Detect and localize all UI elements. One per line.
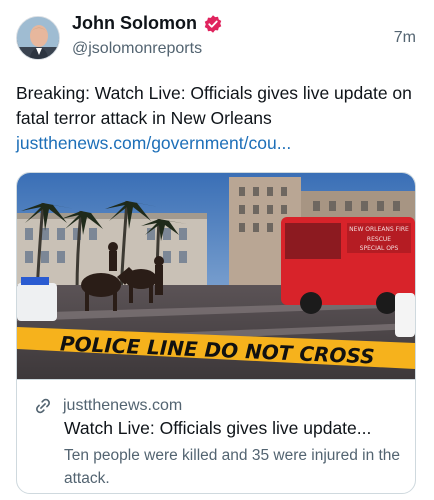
card-domain: justthenews.com bbox=[63, 397, 183, 414]
card-description: Ten people were killed and 35 were injur… bbox=[64, 447, 401, 487]
link-icon bbox=[36, 398, 50, 414]
post-text: Breaking: Watch Live: Officials gives li… bbox=[16, 83, 412, 128]
card-info[interactable]: justthenews.com Watch Live: Officials gi… bbox=[17, 379, 415, 493]
author-handle[interactable]: @jsolomonreports bbox=[72, 40, 202, 58]
verified-badge-icon bbox=[204, 14, 222, 33]
svg-text:SPECIAL OPS: SPECIAL OPS bbox=[360, 245, 399, 252]
author-name-row[interactable]: John Solomon bbox=[72, 13, 223, 34]
svg-text:RESCUE: RESCUE bbox=[367, 236, 391, 243]
post-body: Breaking: Watch Live: Officials gives li… bbox=[16, 81, 416, 156]
post-link[interactable]: justthenews.com/government/cou... bbox=[16, 131, 416, 156]
avatar[interactable] bbox=[16, 16, 60, 60]
card-title[interactable]: Watch Live: Officials gives live update.… bbox=[64, 418, 404, 439]
svg-text:NEW ORLEANS FIRE: NEW ORLEANS FIRE bbox=[349, 226, 409, 233]
card-domain-row: justthenews.com bbox=[33, 396, 182, 416]
author-display-name[interactable]: John Solomon bbox=[72, 13, 197, 34]
link-preview-card[interactable]: NEW ORLEANS FIRE RESCUE SPECIAL OPS POLI… bbox=[16, 172, 416, 494]
post-time[interactable]: 7m bbox=[394, 29, 416, 47]
preview-image[interactable]: NEW ORLEANS FIRE RESCUE SPECIAL OPS POLI… bbox=[17, 173, 415, 379]
